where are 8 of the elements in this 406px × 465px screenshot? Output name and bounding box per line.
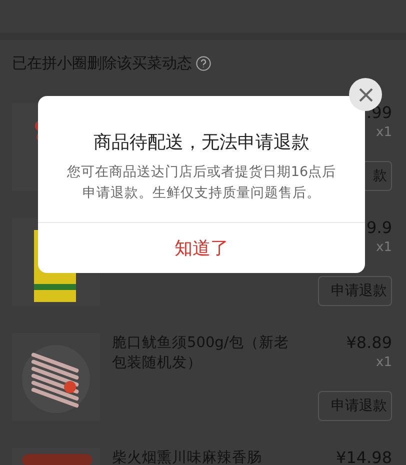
close-icon	[358, 88, 372, 102]
quantity: x1	[376, 355, 392, 370]
confirm-button[interactable]: 知道了	[134, 223, 268, 273]
dialog-title: 商品待配送，无法申请退款	[94, 131, 310, 154]
dialog-message: 您可在商品送达门店后或者提货日期16点后申请退款。生鲜仅支持质量问题售后。	[66, 163, 338, 203]
quantity: x1	[376, 125, 392, 140]
quantity: x1	[376, 240, 392, 255]
help-icon[interactable]	[196, 56, 211, 70]
